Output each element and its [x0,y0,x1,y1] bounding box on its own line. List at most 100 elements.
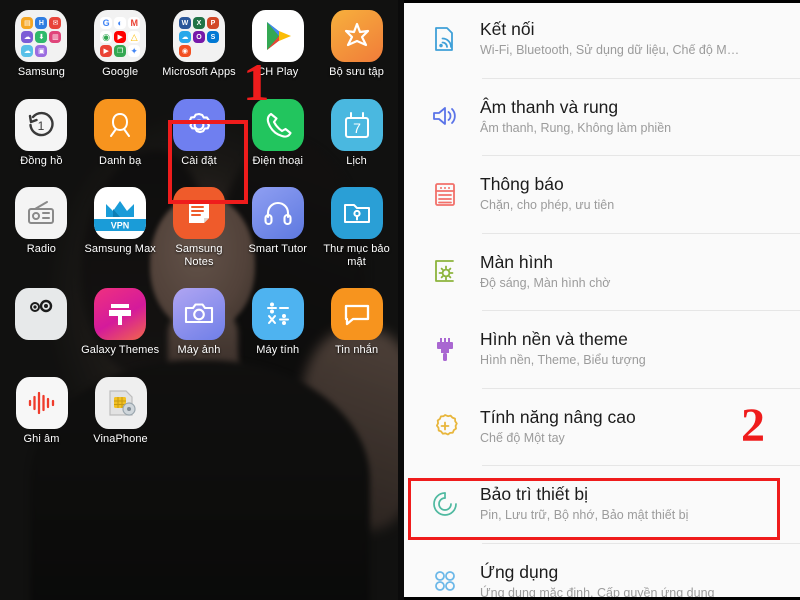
settings-item-subtitle: Pin, Lưu trữ, Bộ nhớ, Bảo mật thiết bị [480,508,689,523]
calendar-icon: 7 [330,98,383,151]
app-label: Thư mục bảo mật [323,243,390,268]
settings-item-subtitle: Âm thanh, Rung, Không làm phiền [480,120,672,135]
app-item-microsoft-apps[interactable]: W X P ☁ O S ◉ Microsoft Apps [160,4,239,79]
app-item-may-anh[interactable]: Máy ảnh [160,282,239,357]
app-item-google[interactable]: G ◐ M ◉ ▶ △ ▶ ❐ ✦ Google [81,4,160,79]
app-item-ghi-am[interactable]: Ghi âm [2,371,81,446]
settings-item-text: Tính năng nâng cao Chế độ Một tay [468,406,636,447]
wallpaper-brush-icon [422,335,468,363]
clock-icon: 1 [15,98,68,151]
app-item-lich[interactable]: 7 Lịch [317,93,396,168]
app-label: Samsung [17,66,65,78]
settings-item-hinh-nen-va-theme[interactable]: Hình nền và theme Hình nền, Theme, Biểu … [404,310,800,388]
app-label: Đồng hồ [20,154,63,167]
screenshot-root: ▤ H ✉ ☁ ⬇ ▥ ☁ ▣ Samsung G ◐ M ◉ ▶ △ ▶ ❐ … [0,0,800,600]
app-label: Ghi âm [23,432,60,445]
app-label: Bộ sưu tập [329,66,384,78]
settings-item-text: Thông báo Chặn, cho phép, ưu tiên [468,173,614,214]
app-item-dong-ho[interactable]: 1 Đồng hồ [2,93,81,168]
sound-speaker-icon [422,102,468,130]
app-grid-row: Galaxy Themes Máy ảnh Máy tính Tin nhắn [2,282,396,357]
settings-item-text: Kết nối Wi-Fi, Bluetooth, Sử dụng dữ liệ… [468,18,739,59]
app-label: Danh bạ [99,154,142,167]
settings-item-title: Bảo trì thiết bị [480,484,588,505]
settings-item-thong-bao[interactable]: Thông báo Chặn, cho phép, ưu tiên [404,155,800,233]
android-settings-list[interactable]: Kết nối Wi-Fi, Bluetooth, Sử dụng dữ liệ… [404,0,800,600]
settings-item-subtitle: Ứng dụng mặc định, Cấp quyền ứng dụng [480,585,715,600]
app-item-radio[interactable]: Radio [2,181,81,268]
settings-item-text: Âm thanh và rung Âm thanh, Rung, Không l… [468,96,671,137]
connections-icon [422,25,468,53]
app-item-vinaphone[interactable]: VinaPhone [81,371,160,446]
sim-toolkit-icon [94,376,147,429]
app-label: Samsung Max [84,243,156,255]
microsoft-folder-icon: W X P ☁ O S ◉ [172,10,225,62]
contacts-icon [94,98,147,151]
advanced-features-icon [422,412,468,440]
app-label: Tin nhắn [334,344,379,356]
app-label: Galaxy Themes [81,344,160,356]
app-item-thu-muc-bao-mat[interactable]: Thư mục bảo mật [317,181,396,268]
app-label: Điện thoại [252,154,304,167]
settings-item-title: Thông báo [480,174,564,195]
app-label: VinaPhone [93,432,148,445]
app-item-smart-tutor[interactable]: Smart Tutor [238,181,317,268]
apps-grid-icon [422,568,468,594]
settings-item-bao-tri-thiet-bi[interactable]: Bảo trì thiết bị Pin, Lưu trữ, Bộ nhớ, B… [404,465,800,543]
settings-item-subtitle: Độ sáng, Màn hình chờ [480,275,611,290]
calculator-icon [251,288,304,340]
step-marker-1: 1 [243,54,270,112]
settings-item-text: Ứng dụng Ứng dụng mặc định, Cấp quyền ứn… [468,561,715,600]
app-item-bo-suu-tap[interactable]: Bộ sưu tập [317,4,396,79]
app-grid-row: ▤ H ✉ ☁ ⬇ ▥ ☁ ▣ Samsung G ◐ M ◉ ▶ △ ▶ ❐ … [2,4,396,79]
highlight-box-settings-app [168,120,248,204]
settings-item-text: Bảo trì thiết bị Pin, Lưu trữ, Bộ nhớ, B… [468,483,688,524]
app-item-danh-ba[interactable]: Danh bạ [81,93,160,168]
gallery-icon [330,10,383,62]
app-grid-row: Ghi âm VinaPhone [2,371,396,446]
app-item-galaxy-themes[interactable]: Galaxy Themes [81,282,160,357]
app-label: Radio [26,243,57,255]
secure-folder-icon [330,187,383,239]
themes-brush-icon [94,288,147,340]
settings-item-title: Hình nền và theme [480,329,628,350]
settings-item-title: Ứng dụng [480,561,559,582]
app-item-unknown[interactable] [2,282,81,357]
svg-text:7: 7 [353,120,361,136]
app-item-samsung[interactable]: ▤ H ✉ ☁ ⬇ ▥ ☁ ▣ Samsung [2,4,81,79]
app-label: Lịch [346,154,367,167]
app-label: Google [102,66,139,78]
app-item-tin-nhan[interactable]: Tin nhắn [317,282,396,357]
settings-item-man-hinh[interactable]: Màn hình Độ sáng, Màn hình chờ [404,232,800,311]
android-app-drawer[interactable]: ▤ H ✉ ☁ ⬇ ▥ ☁ ▣ Samsung G ◐ M ◉ ▶ △ ▶ ❐ … [0,0,398,600]
settings-item-subtitle: Hình nền, Theme, Biểu tượng [480,353,646,368]
headset-icon [251,187,304,239]
messages-icon [330,288,383,340]
radio-icon [15,187,68,239]
app-grid: ▤ H ✉ ☁ ⬇ ▥ ☁ ▣ Samsung G ◐ M ◉ ▶ △ ▶ ❐ … [0,0,398,600]
display-icon [422,257,468,285]
settings-item-title: Màn hình [480,251,553,272]
app-item-may-tinh[interactable]: Máy tính [238,282,317,357]
settings-item-title: Kết nối [480,19,535,40]
app-label: Samsung Notes [175,243,223,268]
device-care-icon [422,490,468,518]
app-label: Máy ảnh [177,344,221,356]
notifications-icon [422,180,468,208]
settings-item-title: Tính năng nâng cao [480,406,636,427]
settings-item-subtitle: Chặn, cho phép, ưu tiên [480,198,615,213]
app-label: Máy tính [256,344,300,356]
step-marker-2: 2 [741,399,765,452]
voice-recorder-icon [15,376,68,429]
settings-item-text: Hình nền và theme Hình nền, Theme, Biểu … [468,328,646,369]
svg-text:1: 1 [38,119,45,133]
samsung-max-vpn-icon: VPN [94,187,147,239]
settings-item-subtitle: Wi-Fi, Bluetooth, Sử dụng dữ liệu, Chế đ… [480,43,740,58]
google-folder-icon: G ◐ M ◉ ▶ △ ▶ ❐ ✦ [94,10,147,62]
settings-item-am-thanh-va-rung[interactable]: Âm thanh và rung Âm thanh, Rung, Không l… [404,77,800,156]
app-label: Microsoft Apps [162,66,236,78]
app-item-samsung-max[interactable]: VPN Samsung Max [81,181,160,268]
settings-item-ket-noi[interactable]: Kết nối Wi-Fi, Bluetooth, Sử dụng dữ liệ… [404,0,800,78]
settings-item-ung-dung[interactable]: Ứng dụng Ứng dụng mặc định, Cấp quyền ứn… [404,542,800,600]
unknown-app-icon [15,288,68,340]
